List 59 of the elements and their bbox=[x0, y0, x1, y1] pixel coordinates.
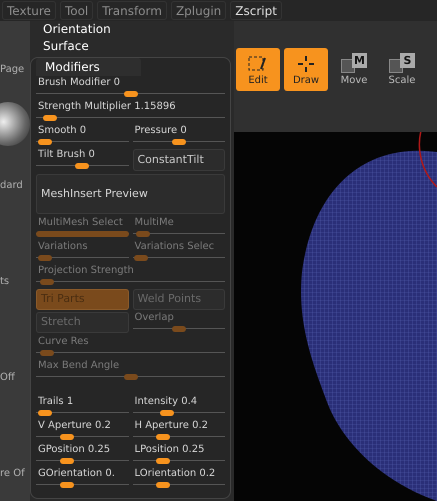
slider-label: Pressure 0 bbox=[134, 124, 188, 137]
slider-label: Max Bend Angle bbox=[37, 359, 120, 372]
slider-thumb[interactable] bbox=[172, 139, 186, 145]
slider-label: LPosition 0.25 bbox=[134, 443, 206, 456]
slider-track[interactable] bbox=[36, 139, 128, 145]
section-title[interactable]: Modifiers bbox=[36, 58, 141, 76]
slider-label: MultiMesh Select bbox=[37, 216, 124, 229]
tool-button[interactable]: Draw bbox=[284, 48, 328, 91]
side-label: Off bbox=[0, 371, 15, 385]
slider-thumb[interactable] bbox=[160, 410, 174, 416]
slider-thumb[interactable] bbox=[60, 434, 74, 440]
slider-label: GOrientation 0. bbox=[37, 467, 116, 480]
preview-button[interactable]: MeshInsert Preview bbox=[36, 174, 225, 214]
slider-label: Tilt Brush 0 bbox=[37, 148, 96, 161]
slider-thumb[interactable] bbox=[156, 482, 170, 488]
slider-thumb[interactable] bbox=[156, 458, 170, 464]
slider-track[interactable] bbox=[36, 410, 128, 416]
option-button[interactable]: ConstantTilt bbox=[132, 149, 225, 171]
slider-thumb[interactable] bbox=[60, 458, 74, 464]
side-label: Page bbox=[0, 63, 24, 77]
tool-button[interactable]: Edit bbox=[236, 48, 280, 91]
slider-label: Intensity 0.4 bbox=[134, 395, 198, 408]
slider-track[interactable] bbox=[132, 255, 225, 261]
slider-thumb[interactable] bbox=[75, 163, 90, 169]
slider-label: LOrientation 0.2 bbox=[134, 467, 216, 480]
panel-item[interactable]: Orientation bbox=[43, 21, 111, 38]
slider-label: V Aperture 0.2 bbox=[37, 419, 112, 432]
slider-thumb[interactable] bbox=[43, 115, 57, 121]
panel-item[interactable]: Surface bbox=[43, 38, 89, 55]
slider-label: H Aperture 0.2 bbox=[134, 419, 210, 432]
slider-thumb[interactable] bbox=[124, 91, 138, 97]
side-label: re Of bbox=[0, 467, 25, 481]
menu-tab[interactable]: Zplugin bbox=[170, 1, 226, 20]
slider-label: Overlap bbox=[134, 311, 175, 324]
slider-label: Variations Selec bbox=[134, 240, 216, 253]
slider-thumb[interactable] bbox=[156, 434, 170, 440]
slider-thumb[interactable] bbox=[38, 410, 52, 416]
tool-button[interactable]: S Scale bbox=[380, 48, 424, 91]
slider-label: MultiMe bbox=[134, 216, 175, 229]
slider-label: Trails 1 bbox=[37, 395, 74, 408]
slider-label: Brush Modifier 0 bbox=[37, 76, 122, 89]
side-label: ts bbox=[0, 275, 10, 289]
side-label: dard bbox=[0, 179, 23, 193]
menu-tab[interactable]: Tool bbox=[60, 1, 94, 20]
slider-track[interactable] bbox=[36, 255, 128, 261]
edit-frame-icon bbox=[247, 55, 269, 73]
crosshair-icon bbox=[297, 55, 315, 73]
slider-label: Smooth 0 bbox=[37, 124, 88, 137]
slider-thumb[interactable] bbox=[60, 482, 74, 488]
tool-button[interactable]: M Move bbox=[332, 48, 376, 91]
slider-label: Curve Res bbox=[37, 335, 90, 348]
menu-tab[interactable]: Zscript bbox=[230, 1, 282, 20]
menu-tab[interactable]: Texture bbox=[2, 1, 56, 20]
slider-thumb[interactable] bbox=[38, 139, 52, 145]
slider-label: Strength Multiplier 1.15896 bbox=[37, 100, 177, 113]
slider-label: Projection Strength bbox=[37, 264, 135, 277]
slider-label: GPosition 0.25 bbox=[37, 443, 112, 456]
slider-label: Variations bbox=[37, 240, 89, 253]
menu-tab[interactable]: Transform bbox=[97, 1, 167, 20]
